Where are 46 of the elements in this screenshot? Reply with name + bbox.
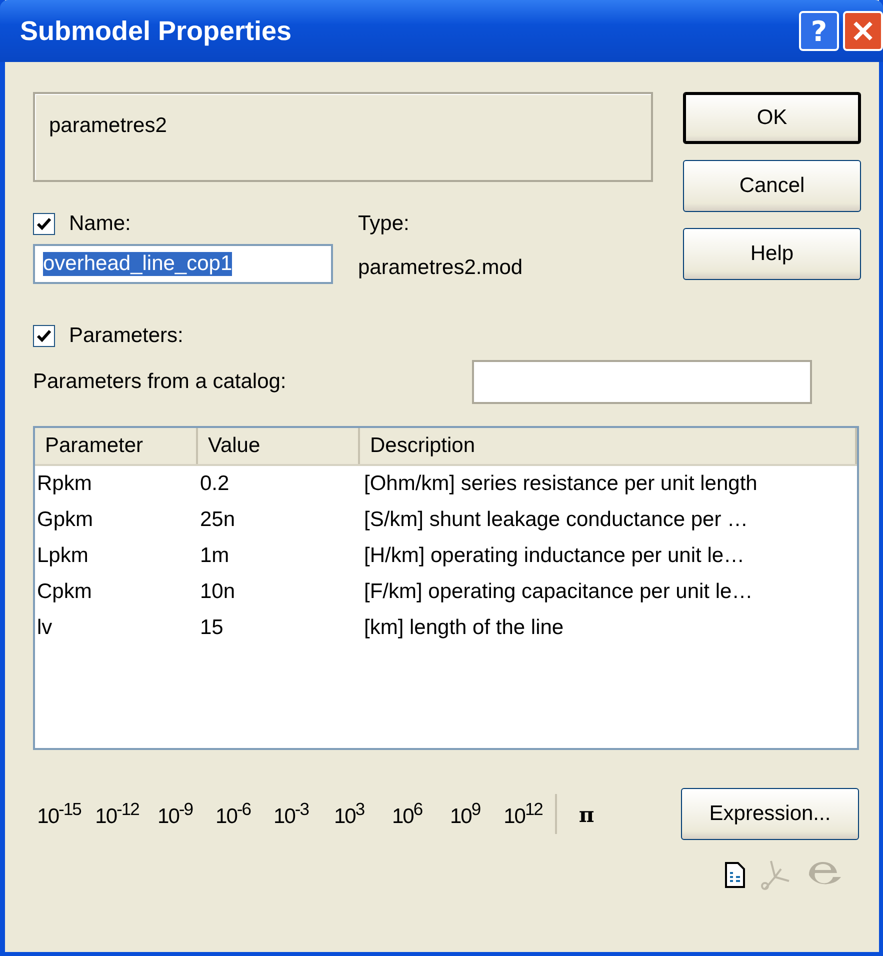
column-header[interactable]: Value (198, 428, 360, 464)
catalog-field[interactable] (472, 360, 812, 404)
power-button[interactable]: 10$^{-9}$ (149, 799, 201, 829)
table-cell-text: 10n (199, 580, 236, 604)
power-button[interactable]: 10$^{6}$ (381, 799, 433, 829)
table-cell-text: 0.2 (199, 472, 230, 496)
power-button[interactable]: 10$^{-3}$ (265, 799, 317, 829)
table-cell-text: [km] length of the line (363, 616, 564, 640)
type-label: Type: (358, 212, 410, 236)
type-value: parametres2.mod (358, 256, 523, 280)
window-title: Submodel Properties (20, 16, 292, 46)
table-cell-text: lv (36, 616, 54, 640)
name-checkbox[interactable] (33, 213, 55, 235)
help-button[interactable]: ? (799, 11, 839, 51)
expression-button[interactable]: Expression... (681, 788, 859, 840)
close-button[interactable] (843, 11, 883, 51)
name-field[interactable]: overhead_line_cop1 (33, 244, 333, 284)
dialog-button[interactable]: OK (683, 92, 861, 144)
column-header[interactable]: Parameter (35, 428, 198, 464)
catalog-label: Parameters from a catalog: (33, 370, 286, 394)
table-cell-text: [Ohm/km] series resistance per unit length (363, 472, 758, 496)
power-button[interactable]: 10$^{-12}$ (91, 799, 143, 829)
parameters-checkbox[interactable] (33, 325, 55, 347)
table-cell-text: 25n (199, 508, 236, 532)
name-label: Name: (69, 212, 131, 236)
document-icon[interactable] (725, 862, 745, 888)
table-cell-text: [S/km] shunt leakage conductance per … (363, 508, 748, 532)
power-button[interactable]: 10$^{-15}$ (33, 799, 85, 829)
power-button[interactable]: 10$^{12}$ (497, 799, 549, 829)
table-cell-text: Gpkm (36, 508, 94, 532)
power-button[interactable]: 10$^{9}$ (439, 799, 491, 829)
table-cell-text: Lpkm (36, 544, 90, 568)
table-cell-text: Cpkm (36, 580, 93, 604)
description-text: parametres2 (49, 114, 167, 137)
table-cell-text: 15 (199, 616, 224, 640)
pi-button[interactable]: π (571, 802, 601, 826)
table-cell-text: 1m (199, 544, 230, 568)
power-button[interactable]: 10$^{3}$ (323, 799, 375, 829)
parameters-label: Parameters: (69, 324, 184, 348)
table-cell-text: [F/km] operating capacitance per unit le… (363, 580, 753, 604)
dialog-button[interactable]: Help (683, 228, 861, 280)
column-header[interactable]: Description (360, 428, 857, 464)
table-cell-text: Rpkm (36, 472, 93, 496)
power-button[interactable]: 10$^{-6}$ (207, 799, 259, 829)
table-cell-text: [H/km] operating inductance per unit le… (363, 544, 745, 568)
dialog-button[interactable]: Cancel (683, 160, 861, 212)
